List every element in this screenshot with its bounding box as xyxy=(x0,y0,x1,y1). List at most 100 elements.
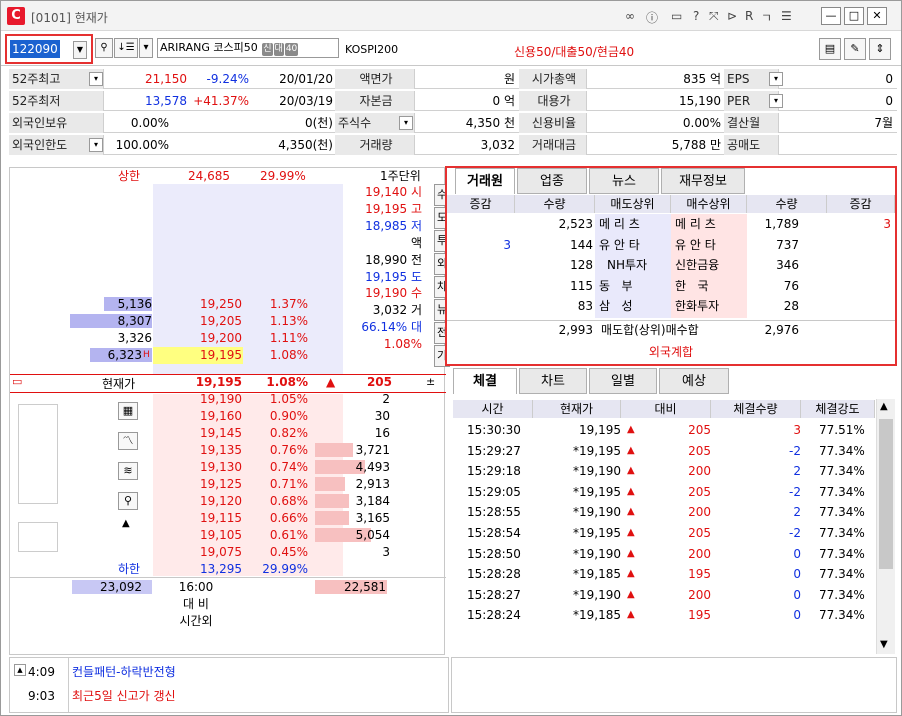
label-credit-ratio: 신용비율 xyxy=(519,113,587,133)
scroll-thumb[interactable] xyxy=(879,419,893,569)
label-short-sell: 공매도 xyxy=(724,135,779,155)
buy-row[interactable]: 19,125 0.71% 2,913 xyxy=(10,476,446,493)
search-icon[interactable]: ⚲ xyxy=(95,38,113,58)
buy-row[interactable]: 19,190 1.05% 2 xyxy=(10,391,446,408)
expand-icon[interactable]: ⤧ xyxy=(709,9,719,24)
broker-row[interactable]: 128 NH투자 신한금융 346 xyxy=(447,255,895,276)
sum-sell: 2,993 xyxy=(558,323,593,337)
maximize-button[interactable]: □ xyxy=(844,7,864,25)
buy-row[interactable]: 19,145 0.82% 16 xyxy=(10,425,446,442)
document-icon[interactable]: ▤ xyxy=(819,38,841,60)
help-icon[interactable]: ? xyxy=(693,9,699,23)
margin-badge: 40 xyxy=(284,43,299,56)
minimize-button[interactable]: — xyxy=(821,7,841,25)
current-pct: 1.08% xyxy=(266,375,308,389)
broker-row[interactable]: 115 동 부 한 국 76 xyxy=(447,276,895,297)
broker-panel: 거래원 업종 뉴스 재무정보 증감 수량 매도상위 매수상위 수량 증감 2,5… xyxy=(445,166,897,366)
buy-row[interactable]: 19,105 0.61% 5,054 xyxy=(10,527,446,544)
stock-code-input[interactable]: 122090 ▼ xyxy=(5,34,93,64)
flag-icon[interactable]: ⊳ xyxy=(727,9,737,23)
sell-row[interactable]: 6,323 H 19,195 1.08% xyxy=(10,347,446,364)
loan-badge: 대 xyxy=(273,43,284,56)
buy-row[interactable]: 19,120 0.68% 3,184 xyxy=(10,493,446,510)
tab-broker[interactable]: 거래원 xyxy=(455,168,515,194)
tab-forecast[interactable]: 예상 xyxy=(659,368,729,394)
value-foreign-qty: 0(천) xyxy=(304,116,333,130)
sum-buy: 2,976 xyxy=(764,323,799,337)
tab-trades[interactable]: 체결 xyxy=(453,368,517,394)
trade-row[interactable]: 15:28:28 *19,185 ▲ 195 0 77.34% xyxy=(453,564,883,585)
up-arrow-icon: ▲ xyxy=(627,485,635,497)
sell-row[interactable]: 3,326 19,200 1.11% xyxy=(10,330,446,347)
signal-item[interactable]: 9:03 최근5일 신고가 갱신 xyxy=(10,686,448,708)
buy-row[interactable]: 19,135 0.76% 3,721 xyxy=(10,442,446,459)
refresh-r-icon[interactable]: R xyxy=(745,9,753,23)
settings-list-icon[interactable]: ⇕ xyxy=(869,38,891,60)
sell-label: 19,195 도 xyxy=(365,269,422,284)
sum-label: 매도합(상위)매수합 xyxy=(601,323,699,337)
trades-scrollbar[interactable]: ▲ ▼ xyxy=(876,399,895,654)
col-time: 시간 xyxy=(453,400,533,418)
broker-row[interactable]: 2,523 메 리 츠 메 리 츠 1,789 3 xyxy=(447,214,895,235)
trade-row[interactable]: 15:28:50 *19,190 ▲ 200 0 77.34% xyxy=(453,544,883,565)
up-arrow-icon: ▲ xyxy=(627,588,635,600)
scroll-down-icon[interactable]: ▼ xyxy=(880,639,888,650)
tab-financial[interactable]: 재무정보 xyxy=(661,168,745,194)
trade-row[interactable]: 15:28:24 *19,185 ▲ 195 0 77.34% xyxy=(453,605,883,626)
total-sell-qty: 23,092 xyxy=(100,580,142,594)
value-52w-high: 21,150 xyxy=(145,72,187,86)
buy-row[interactable]: 19,130 0.74% 4,493 xyxy=(10,459,446,476)
buy-row[interactable]: 19,160 0.90% 30 xyxy=(10,408,446,425)
dropdown-icon[interactable]: ▾ xyxy=(89,72,103,86)
limit-dropdown-icon[interactable]: ▾ xyxy=(89,138,103,152)
buy-row[interactable]: 19,115 0.66% 3,165 xyxy=(10,510,446,527)
trade-row[interactable]: 15:29:18 *19,190 ▲ 200 2 77.34% xyxy=(453,461,883,482)
link-icon[interactable]: ∞ xyxy=(625,9,635,23)
link-hangul-icon[interactable]: ㄱ xyxy=(761,9,772,26)
info-icon[interactable]: ⓘ xyxy=(646,9,658,26)
tab-news[interactable]: 뉴스 xyxy=(589,168,659,194)
shares-dropdown-icon[interactable]: ▾ xyxy=(399,116,413,130)
stock-code-value: 122090 xyxy=(10,40,60,58)
list-icon[interactable]: ☰ xyxy=(781,9,792,23)
broker-row[interactable]: 83 삼 성 한화투자 28 xyxy=(447,296,895,317)
col-diff: 대비 xyxy=(621,400,711,418)
current-diff: 205 xyxy=(366,375,392,389)
compare-label: 대 비 xyxy=(183,597,209,611)
signal-item[interactable]: 4:09 컨들패턴-하락반전형 xyxy=(10,662,448,684)
per-dropdown-icon[interactable]: ▾ xyxy=(769,94,783,108)
trade-row[interactable]: 15:29:05 *19,195 ▲ 205 -2 77.34% xyxy=(453,482,883,503)
current-label: 현재가 xyxy=(102,377,136,391)
credit-badge: 신 xyxy=(262,43,273,56)
date-52w-high: 20/01/20 xyxy=(279,72,333,86)
close-button[interactable]: ✕ xyxy=(867,7,887,25)
eps-dropdown-icon[interactable]: ▾ xyxy=(769,72,783,86)
trade-row[interactable]: 15:29:27 *19,195 ▲ 205 -2 77.34% xyxy=(453,441,883,462)
mini-chart-icon[interactable]: ▭ xyxy=(12,375,22,388)
sell-row[interactable]: 5,136 19,250 1.37% xyxy=(10,296,446,313)
trade-row[interactable]: 15:28:27 *19,190 ▲ 200 0 77.34% xyxy=(453,585,883,606)
trade-row[interactable]: 15:28:54 *19,195 ▲ 205 -2 77.34% xyxy=(453,523,883,544)
wrench-icon[interactable]: ✎ xyxy=(844,38,866,60)
tab-chart[interactable]: 차트 xyxy=(519,368,587,394)
tab-sector[interactable]: 업종 xyxy=(517,168,587,194)
expand-icon[interactable]: ± xyxy=(426,375,435,388)
sort-list-icon[interactable]: ↓☰ xyxy=(114,38,138,58)
scroll-up-icon[interactable]: ▲ xyxy=(880,401,888,412)
broker-row[interactable]: 3 144 유 안 타 유 안 타 737 xyxy=(447,235,895,256)
foreign-sum[interactable]: 외국계합 xyxy=(447,342,895,362)
high-price: 19,195 고 xyxy=(365,201,422,216)
lower-limit-price: 13,295 xyxy=(200,562,242,576)
col-sell-top: 매도상위 xyxy=(595,195,671,213)
buy-row[interactable]: 19,075 0.45% 3 xyxy=(10,544,446,561)
trade-row[interactable]: 15:30:30 19,195 ▲ 205 3 77.51% xyxy=(453,420,883,441)
value-shares: 4,350 천 xyxy=(465,116,515,130)
message-icon[interactable]: ▭ xyxy=(671,9,682,23)
sort-dropdown-icon[interactable]: ▾ xyxy=(139,38,153,58)
code-dropdown-icon[interactable]: ▼ xyxy=(73,41,87,59)
value-limit-qty: 4,350(천) xyxy=(278,138,333,152)
unit-label: 1주단위 xyxy=(380,169,421,183)
trade-row[interactable]: 15:28:55 *19,190 ▲ 200 2 77.34% xyxy=(453,502,883,523)
tab-daily[interactable]: 일별 xyxy=(589,368,657,394)
sell-row[interactable]: 8,307 19,205 1.13% xyxy=(10,313,446,330)
